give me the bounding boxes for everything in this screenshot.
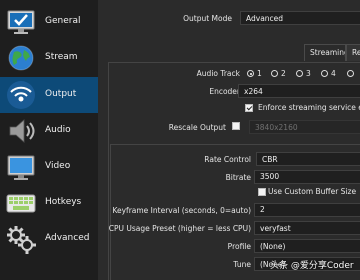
keyboard-icon xyxy=(5,187,37,219)
rate-control-select[interactable]: CBR xyxy=(256,152,360,166)
tab-recording[interactable]: Re xyxy=(346,44,360,61)
sidebar-item-label: Audio xyxy=(45,125,71,135)
output-mode-select[interactable]: Advanced xyxy=(240,11,360,25)
speaker-icon xyxy=(5,115,37,147)
audio-track-radio-4[interactable] xyxy=(321,70,328,77)
enforce-limits-checkbox[interactable] xyxy=(245,104,253,112)
output-mode-label: Output Mode xyxy=(183,14,232,23)
profile-label: Profile xyxy=(227,242,251,251)
settings-sidebar: General Stream Output Audio Video Hotkey… xyxy=(0,0,98,280)
profile-select[interactable]: (None) xyxy=(254,239,360,253)
settings-window: General Stream Output Audio Video Hotkey… xyxy=(0,0,360,280)
output-mode-row: Output Mode Advanced xyxy=(98,0,360,38)
sidebar-item-label: Advanced xyxy=(45,233,90,243)
audio-track-option: 4 xyxy=(331,69,336,78)
sidebar-item-label: General xyxy=(45,16,81,26)
encoder-select[interactable]: x264 xyxy=(238,84,360,98)
sidebar-item-label: Hotkeys xyxy=(45,197,82,207)
gears-icon xyxy=(5,223,37,255)
audio-track-radio-1[interactable] xyxy=(247,70,254,77)
keyframe-interval-label: Keyframe Interval (seconds, 0=auto) xyxy=(112,206,251,215)
audio-track-option: 3 xyxy=(306,69,311,78)
sidebar-item-general[interactable]: General xyxy=(0,4,98,40)
sidebar-item-audio[interactable]: Audio xyxy=(0,113,98,149)
audio-track-label: Audio Track xyxy=(196,69,240,78)
sidebar-item-label: Video xyxy=(45,161,71,171)
bitrate-input[interactable]: 3500 xyxy=(254,170,360,184)
keyframe-interval-input[interactable]: 2 xyxy=(254,203,360,217)
sidebar-item-advanced[interactable]: Advanced xyxy=(0,221,98,257)
rescale-output-label: Rescale Output xyxy=(168,123,226,132)
audio-track-radio-2[interactable] xyxy=(271,70,278,77)
display-icon xyxy=(5,151,37,183)
audio-track-radio-3[interactable] xyxy=(296,70,303,77)
wifi-broadcast-icon xyxy=(5,79,37,111)
cpu-preset-label: CPU Usage Preset (higher = less CPU) xyxy=(108,224,251,233)
enforce-limits-label: Enforce streaming service enc xyxy=(258,103,360,112)
bitrate-label: Bitrate xyxy=(225,173,251,182)
custom-buffer-checkbox[interactable] xyxy=(258,188,266,196)
audio-track-option: 1 xyxy=(257,69,262,78)
sidebar-item-output[interactable]: Output xyxy=(0,77,98,113)
sidebar-item-stream[interactable]: Stream xyxy=(0,40,98,76)
globe-icon xyxy=(5,42,37,74)
encoder-label: Encoder xyxy=(209,87,240,96)
custom-buffer-label: Use Custom Buffer Size xyxy=(268,187,357,196)
audio-track-radio-5[interactable] xyxy=(347,70,354,77)
tab-streaming[interactable]: Streaming xyxy=(304,44,346,61)
rescale-resolution-select[interactable]: 3840x2160 xyxy=(249,120,360,134)
sidebar-item-label: Output xyxy=(45,89,77,99)
audio-track-option: 2 xyxy=(281,69,286,78)
sidebar-item-hotkeys[interactable]: Hotkeys xyxy=(0,185,98,221)
sidebar-item-video[interactable]: Video xyxy=(0,149,98,185)
monitor-check-icon xyxy=(5,6,37,38)
settings-content: Output Mode Advanced Streaming Re Audio … xyxy=(98,0,360,280)
watermark-text: 头条 @爱分享Coder xyxy=(270,261,354,271)
tune-label: Tune xyxy=(233,260,251,269)
rescale-output-checkbox[interactable] xyxy=(232,122,240,130)
cpu-preset-select[interactable]: veryfast xyxy=(254,221,360,235)
output-tabs: Streaming Re xyxy=(98,42,360,62)
sidebar-item-label: Stream xyxy=(45,52,78,62)
rate-control-label: Rate Control xyxy=(204,155,251,164)
